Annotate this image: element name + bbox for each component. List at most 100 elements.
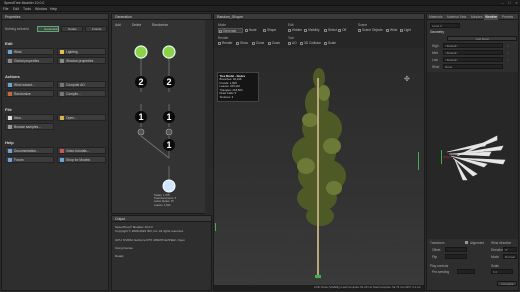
lod-select[interactable]: Level 2 [430, 23, 460, 28]
menu-edit[interactable]: Edit [13, 7, 19, 11]
file-heading: File [5, 107, 12, 112]
wind-wizard-button[interactable]: Wind wizard... [5, 81, 54, 88]
compute-button[interactable]: Compute [497, 281, 517, 286]
geometry-label: Geometry [430, 30, 444, 34]
nodes-button[interactable]: Nodes [61, 26, 83, 32]
tab-material-sets[interactable]: Material Sets [447, 14, 466, 20]
scene-light[interactable]: Light [400, 28, 411, 33]
scene-objects[interactable]: Scene Objects [358, 28, 383, 33]
menu-bar: File Edit Tools Window Help [0, 6, 520, 12]
clear-mesh-icons[interactable]: × × × [507, 43, 514, 69]
generators-button[interactable]: Generators [37, 26, 59, 32]
compile-button[interactable]: Compile... [57, 90, 106, 97]
right-panel: Materials Material Sets Meshes Weather P… [426, 13, 519, 291]
high-mesh-field[interactable]: <Default> [443, 43, 503, 48]
randomize-button[interactable]: Randomize [5, 90, 54, 97]
new-button[interactable]: New... [5, 114, 54, 121]
pre-seeding-label: Pre-seeding [432, 270, 450, 274]
mode-field[interactable]: Normal [503, 254, 517, 259]
clone-icon [252, 42, 255, 45]
scale-button[interactable]: Scale [324, 41, 336, 46]
ao-toggle-icon [288, 42, 291, 45]
wind-icon [7, 50, 12, 55]
menu-tools[interactable]: Tools [23, 7, 31, 11]
add-mesh-button[interactable]: Add Mesh [447, 36, 517, 41]
lighting-button[interactable]: Lighting [57, 48, 106, 55]
branch-node-1[interactable] [137, 128, 145, 136]
low-mesh-field[interactable]: <Default> [443, 57, 503, 62]
stat-textures: Textures: 3 [219, 95, 234, 100]
zoom-button[interactable]: Zoom [268, 41, 280, 46]
row-low-label: Low [432, 58, 438, 62]
ao-icon [59, 83, 64, 88]
generator-node-1[interactable] [134, 45, 148, 59]
flip-field[interactable] [445, 254, 467, 259]
browse-samples-button[interactable]: Browse samples... [5, 123, 54, 130]
wind-fan-icon[interactable]: ✤ [404, 76, 412, 84]
properties-panel: Properties Nothing selected Generators N… [1, 13, 109, 291]
generator-graph[interactable] [112, 28, 213, 214]
open-button[interactable]: Open... [57, 114, 106, 121]
generator-info: Nodes: 1,708 Total Generators: 5 Active … [154, 194, 177, 207]
randomize-generators-button[interactable]: Randomize [152, 23, 168, 27]
mode-shape[interactable]: Shape [263, 28, 276, 33]
window-title: SpeedTree Modeler 10.0.0 [4, 1, 45, 5]
folder-icon [59, 116, 64, 121]
direction-field[interactable]: 0° [503, 247, 517, 252]
tab-weather[interactable]: Weather [484, 14, 499, 20]
mode-node[interactable]: Node [245, 28, 257, 33]
add-generator-button[interactable]: Add [115, 23, 121, 27]
documentation-button[interactable]: Documentation... [5, 147, 54, 154]
show-button[interactable]: Show [236, 41, 248, 46]
new-file-icon [7, 116, 12, 121]
viewport-tab[interactable]: Random_09.spm [214, 14, 424, 20]
wind-mesh-field[interactable]: None [443, 64, 503, 69]
menu-window[interactable]: Window [35, 7, 47, 11]
3d-viewport[interactable]: Tree Model - Nodes Branches: 18,246 Fron… [214, 48, 424, 285]
edit-visibility[interactable]: Visibility [304, 28, 319, 33]
pre-seeding-field[interactable] [457, 269, 475, 274]
menu-file[interactable]: File [3, 7, 8, 11]
right-tabs: Materials Material Sets Meshes Weather P… [427, 14, 518, 20]
properties-title: Properties [2, 14, 108, 20]
global-properties-button[interactable]: Global properties [5, 57, 54, 64]
tab-materials[interactable]: Materials [429, 14, 442, 20]
edit-hidden[interactable]: Hidden [288, 28, 302, 33]
delete-generator-button[interactable]: Delete [132, 23, 141, 27]
collision-icon [300, 42, 303, 45]
scene-wind[interactable]: Wind [386, 28, 397, 33]
clone-button[interactable]: Clone [252, 41, 264, 46]
scale-field[interactable]: 1.0 [491, 269, 513, 274]
branch-node-2[interactable] [165, 128, 173, 136]
compute-ao-button[interactable]: Compute AO [57, 81, 106, 88]
menu-help[interactable]: Help [50, 7, 57, 11]
fronds-button[interactable]: Fronds [85, 26, 107, 32]
render-icon [218, 42, 221, 45]
offset-field[interactable] [445, 247, 467, 252]
selection-text: Nothing selected [5, 27, 29, 31]
tab-meshes[interactable]: Meshes [471, 14, 483, 20]
viewport-panel: Random_09.spm Mode Generate Node Shape E… [213, 13, 425, 291]
off-icon [338, 29, 341, 32]
render-button[interactable]: Render [218, 41, 232, 46]
mode-generate[interactable]: Generate [218, 28, 243, 33]
row-high-label: High [432, 44, 439, 48]
edit-select[interactable]: Select [324, 28, 337, 33]
video-tutorials-button[interactable]: Video tutorials... [57, 147, 106, 154]
window-properties-button[interactable]: Window properties [57, 57, 106, 64]
generator-node-2[interactable] [162, 45, 176, 59]
row-med-label: Med [432, 51, 439, 55]
forum-button[interactable]: Forum [5, 156, 54, 163]
alignment-checkbox[interactable] [465, 241, 468, 244]
tab-presets[interactable]: Presets [502, 14, 513, 20]
generation-scrollbar[interactable] [205, 20, 212, 214]
wind-button[interactable]: Wind [5, 48, 54, 55]
video-icon [59, 149, 64, 154]
mesh-preview[interactable] [427, 72, 518, 239]
ao-button[interactable]: AO [288, 41, 297, 46]
shop-button[interactable]: Shop for Models [57, 156, 106, 163]
collision-button[interactable]: 3D Collision [300, 41, 321, 46]
edit-off[interactable]: Off [338, 28, 346, 33]
tree-root-node[interactable] [162, 179, 176, 193]
med-mesh-field[interactable]: <Default> [443, 50, 503, 55]
